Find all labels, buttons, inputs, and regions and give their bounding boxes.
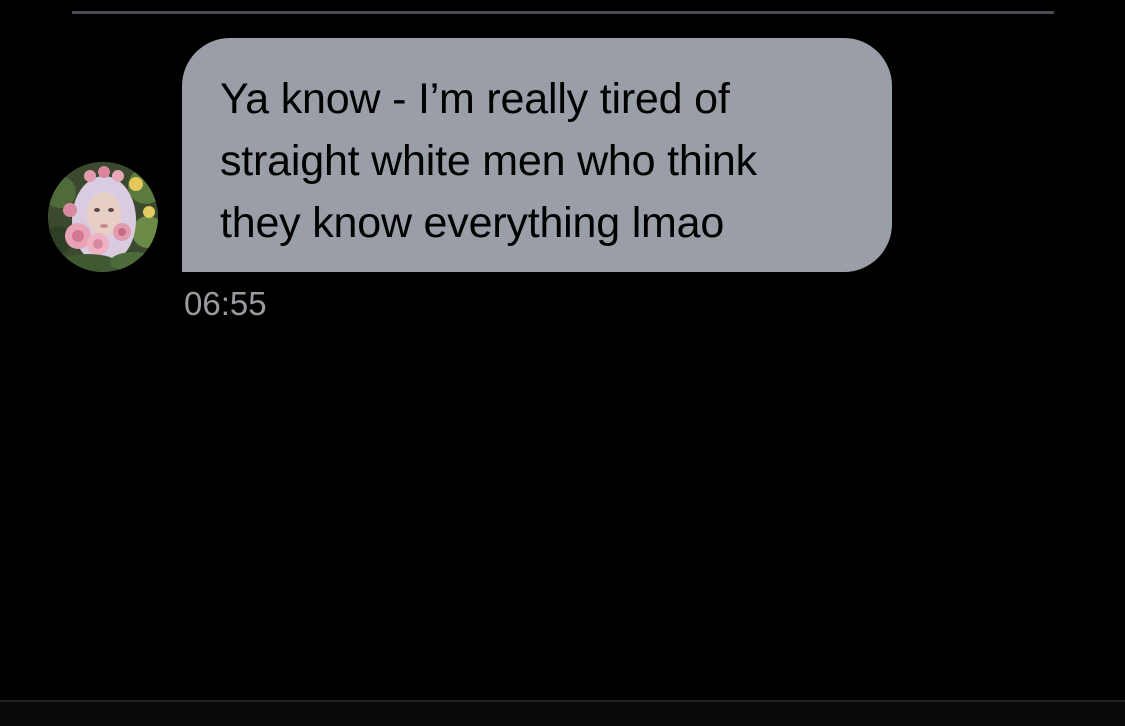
bottom-bar xyxy=(0,700,1125,726)
profile-photo-avatar-icon xyxy=(48,162,158,272)
received-message-row: Ya know - I’m really tired of straight w… xyxy=(0,0,1125,340)
sender-avatar[interactable] xyxy=(48,162,158,272)
message-timestamp: 06:55 xyxy=(184,285,267,322)
dm-conversation-screen: Ya know - I’m really tired of straight w… xyxy=(0,0,1125,726)
message-text: Ya know - I’m really tired of straight w… xyxy=(220,75,757,247)
message-bubble[interactable]: Ya know - I’m really tired of straight w… xyxy=(182,38,892,272)
